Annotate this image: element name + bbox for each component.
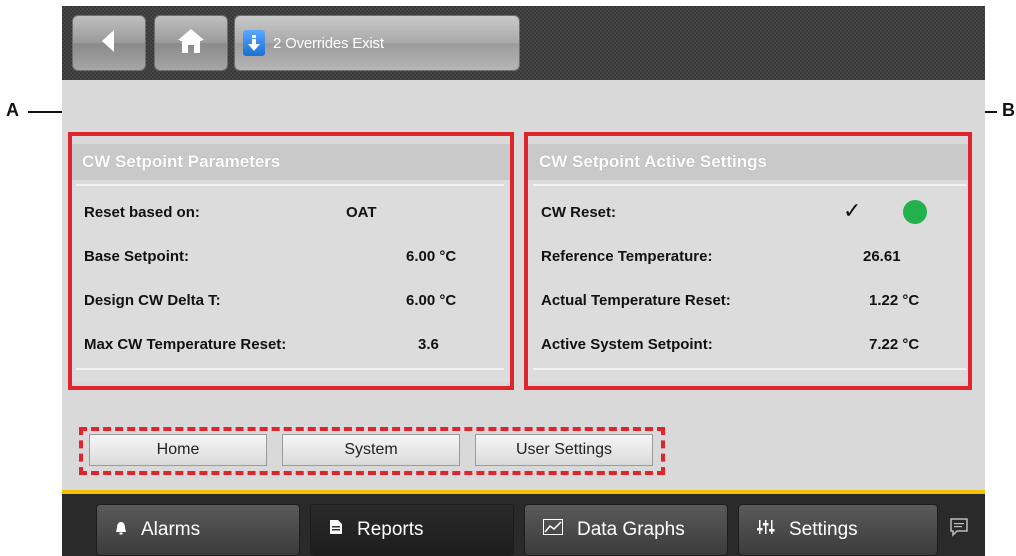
back-button[interactable] <box>72 15 146 71</box>
bell-icon <box>115 519 127 541</box>
tab-data-graphs[interactable]: Data Graphs <box>524 504 728 556</box>
home-button[interactable] <box>154 15 228 71</box>
tab-alarms[interactable]: Alarms <box>96 504 300 556</box>
line-chart-icon <box>543 519 563 541</box>
document-icon <box>329 519 343 541</box>
tab-label: Alarms <box>141 519 201 540</box>
chat-button[interactable] <box>944 510 974 550</box>
callout-box-a <box>68 132 514 390</box>
home-icon <box>176 27 206 60</box>
callout-box-b <box>524 132 972 390</box>
top-bar: 2 Overrides Exist <box>62 6 985 80</box>
overrides-button[interactable]: 2 Overrides Exist <box>234 15 520 71</box>
chat-bubble-icon <box>948 516 970 544</box>
back-arrow-icon <box>98 28 120 59</box>
nav-buttons-highlight <box>79 427 665 475</box>
tab-reports[interactable]: Reports <box>310 504 514 556</box>
bottom-tab-bar: Alarms Reports Data Graphs Settings <box>62 490 985 556</box>
tab-label: Settings <box>789 519 858 540</box>
callout-letter-b: B <box>1002 100 1015 120</box>
sliders-icon <box>757 519 775 541</box>
tab-label: Reports <box>357 519 424 540</box>
download-arrow-icon <box>243 30 265 56</box>
callout-letter-a: A <box>6 100 19 120</box>
tab-settings[interactable]: Settings <box>738 504 938 556</box>
tab-label: Data Graphs <box>577 519 685 540</box>
overrides-label: 2 Overrides Exist <box>273 34 384 52</box>
